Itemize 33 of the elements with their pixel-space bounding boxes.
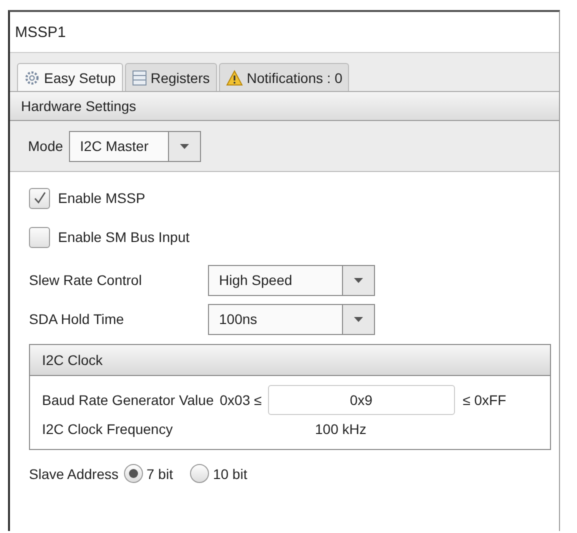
tab[interactable]: Notifications : 0 xyxy=(218,63,350,91)
field-label: Slew Rate Control xyxy=(29,272,143,288)
caret-icon xyxy=(354,278,363,282)
field-label: SDA Hold Time xyxy=(29,311,125,327)
field-label: Slave Address xyxy=(29,466,118,482)
dropdown[interactable]: High Speed xyxy=(208,264,375,296)
tab[interactable]: Easy Setup xyxy=(17,63,123,91)
tab[interactable]: Registers xyxy=(124,63,217,91)
gear-icon xyxy=(24,70,40,86)
radio-option[interactable]: 10 bit xyxy=(190,464,248,483)
max-label: ≤ 0xFF xyxy=(462,392,506,408)
dropdown[interactable]: 100ns xyxy=(208,304,375,334)
radio-button[interactable] xyxy=(124,464,142,483)
caret-icon xyxy=(354,316,363,322)
radio-option[interactable]: 7 bit xyxy=(124,464,173,483)
field-label: Baud Rate Generator Value xyxy=(42,392,214,408)
frequency-value: 100 kHz xyxy=(315,421,366,437)
panel-header: I2C Clock xyxy=(30,345,550,376)
min-label: 0x03 ≤ xyxy=(220,392,262,408)
list-icon xyxy=(132,70,147,86)
checkbox-label: Enable MSSP xyxy=(58,190,146,206)
radio-button[interactable] xyxy=(190,464,209,483)
caret-icon xyxy=(180,144,190,148)
field-label: I2C Clock Frequency xyxy=(42,421,174,437)
section-header: Hardware Settings xyxy=(10,92,559,121)
warning-icon xyxy=(226,70,243,86)
checkbox-label: Enable SM Bus Input xyxy=(58,229,190,245)
checkbox[interactable] xyxy=(29,188,50,208)
mode-label: Mode xyxy=(28,138,64,154)
mode-dropdown[interactable]: I2C Master xyxy=(69,130,202,162)
checkbox[interactable] xyxy=(29,226,50,248)
checkmark-icon xyxy=(32,190,48,206)
input-field[interactable]: 0x9 xyxy=(268,385,455,415)
